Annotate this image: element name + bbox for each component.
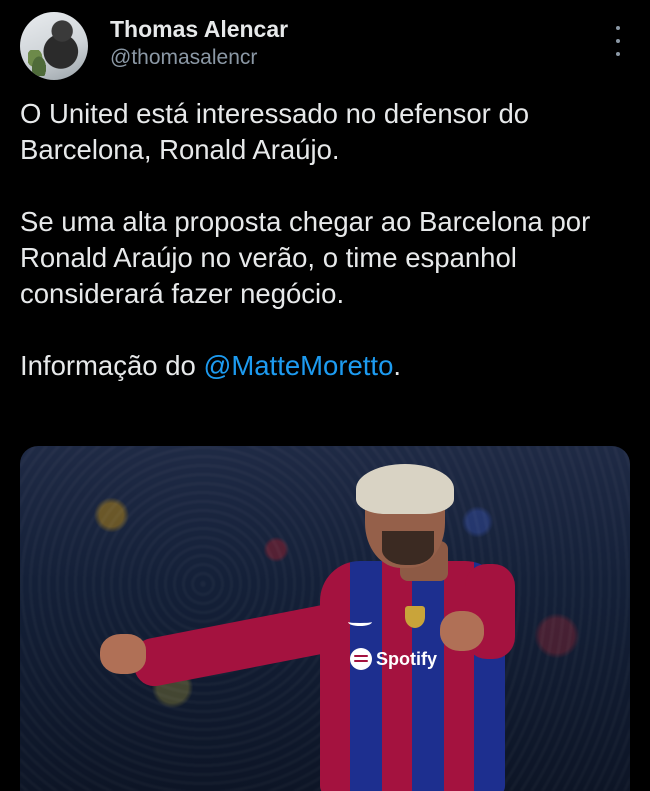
tweet-header: Thomas Alencar @thomasalencr — [20, 12, 630, 84]
tweet-paragraph-1: O United está interessado no defensor do… — [20, 98, 530, 165]
tweet-photo[interactable]: Spotify — [20, 446, 630, 791]
tweet-paragraph-3: Informação do @MatteMoretto. — [20, 348, 630, 384]
player-figure: Spotify — [20, 446, 630, 791]
tweet-paragraph-2: Se uma alta proposta chegar ao Barcelona… — [20, 206, 591, 309]
player-hair — [356, 464, 454, 514]
more-vertical-icon[interactable] — [606, 26, 630, 56]
author-name[interactable]: Thomas Alencar — [110, 16, 288, 43]
avatar-plant — [28, 50, 50, 76]
author-handle[interactable]: @thomasalencr — [110, 46, 257, 70]
mention-link[interactable]: @MatteMoretto — [203, 350, 393, 381]
source-suffix: . — [393, 350, 401, 381]
player-beard — [382, 531, 434, 565]
club-crest-icon — [405, 606, 425, 628]
player-fist-left — [100, 634, 146, 674]
source-prefix: Informação do — [20, 350, 204, 381]
brand-logo-icon — [348, 618, 372, 626]
tweet-text: O United está interessado no defensor do… — [20, 96, 630, 384]
sponsor-text: Spotify — [376, 648, 437, 669]
avatar[interactable] — [20, 12, 88, 80]
player-fist-right — [440, 611, 484, 651]
jersey-sponsor: Spotify — [350, 648, 437, 670]
spotify-icon — [350, 648, 372, 670]
player-arm-left — [129, 601, 350, 690]
